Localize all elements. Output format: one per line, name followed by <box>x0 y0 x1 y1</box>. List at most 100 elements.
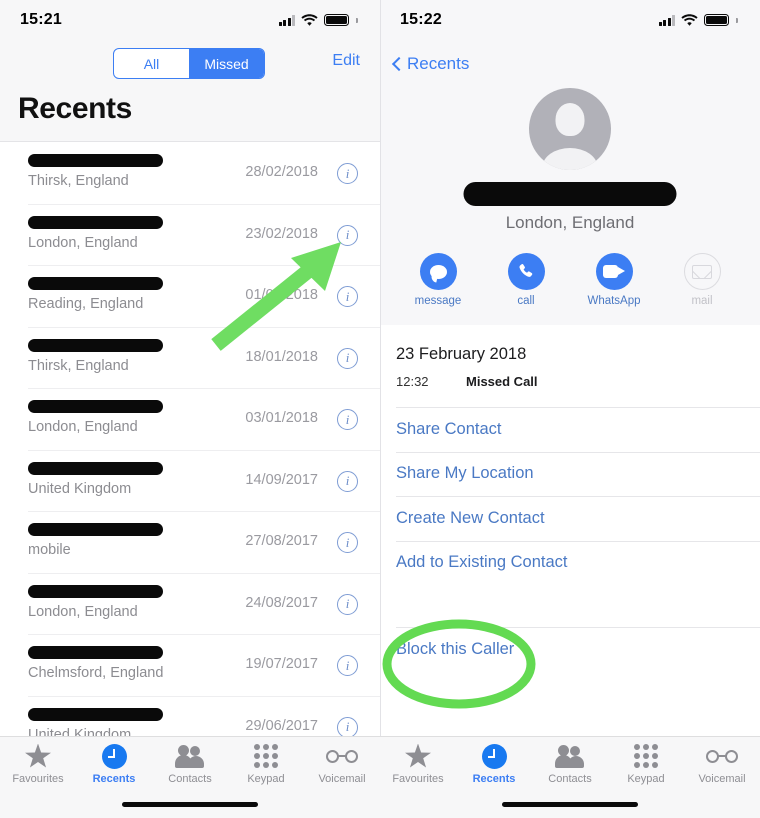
tab-contacts[interactable]: Contacts <box>532 737 608 795</box>
right-tab-items[interactable]: Favourites Recents Contacts Keypad Voicemail <box>380 737 760 795</box>
table-row[interactable]: Chelmsford, England 19/07/2017 i <box>0 634 380 696</box>
contact-name-redaction-bar <box>463 182 677 206</box>
action-message[interactable]: message <box>410 253 466 307</box>
status-time: 15:21 <box>20 11 62 28</box>
caller-location: Thirsk, England <box>28 357 129 374</box>
call-date: 24/08/2017 <box>245 594 318 611</box>
call-detail-type: Missed Call <box>466 374 538 389</box>
left-tab-items[interactable]: Favourites Recents Contacts Keypad Voicemail <box>0 737 380 795</box>
left-status-bar: 15:21 <box>0 0 380 40</box>
row-divider <box>28 203 380 205</box>
info-button[interactable]: i <box>337 716 358 738</box>
option-block-this-caller[interactable]: Block this Caller <box>381 627 760 672</box>
table-row[interactable]: London, England 23/02/2018 i <box>0 203 380 266</box>
contact-action-buttons[interactable]: message call WhatsApp mail <box>380 253 760 307</box>
caller-name-redaction-bar <box>28 277 163 290</box>
table-row[interactable]: London, England 24/08/2017 i <box>0 572 380 635</box>
option-label: Add to Existing Contact <box>396 553 568 572</box>
tab-label: Voicemail <box>698 773 746 785</box>
tab-icon <box>634 743 658 769</box>
tab-icon <box>326 743 358 769</box>
caller-name-redaction-bar <box>28 154 163 167</box>
action-icon-circle <box>507 253 545 290</box>
recent-calls-list[interactable]: Thirsk, England 28/02/2018 i London, Englan… <box>0 142 380 743</box>
info-button[interactable]: i <box>337 163 358 184</box>
tab-label: Favourites <box>12 773 64 785</box>
table-row[interactable]: mobile 27/08/2017 i <box>0 511 380 573</box>
table-row[interactable]: Reading, England 01/02/2018 i <box>0 265 380 327</box>
page-title: Recents <box>18 92 132 125</box>
call-date: 23/02/2018 <box>245 225 318 242</box>
table-row[interactable]: United Kingdom 14/09/2017 i <box>0 449 380 512</box>
tab-voicemail[interactable]: Voicemail <box>304 737 380 795</box>
call-detail-time: 12:32 <box>396 374 429 389</box>
info-button[interactable]: i <box>337 470 358 492</box>
info-icon: i <box>345 165 350 181</box>
back-to-recents-button[interactable]: Recents <box>391 54 469 74</box>
action-icon-circle <box>595 253 633 290</box>
info-icon: i <box>345 473 350 488</box>
option-add-to-existing-contact[interactable]: Add to Existing Contact <box>381 540 760 586</box>
right-tab-bar[interactable]: Favourites Recents Contacts Keypad Voicemail <box>380 736 760 818</box>
tab-favourites[interactable]: Favourites <box>0 737 76 795</box>
contact-options-list[interactable]: Share Contact Share My Location Create New… <box>381 407 760 672</box>
option-share-my-location[interactable]: Share My Location <box>381 451 760 497</box>
info-button[interactable]: i <box>337 224 358 246</box>
option-create-new-contact[interactable]: Create New Contact <box>381 496 760 541</box>
segment-all[interactable]: All <box>114 49 189 78</box>
tab-recents[interactable]: Recents <box>456 737 532 795</box>
caller-name-redaction-bar <box>28 461 163 475</box>
wifi-icon <box>301 14 318 26</box>
action-whatsapp[interactable]: WhatsApp <box>586 253 642 307</box>
info-button[interactable]: i <box>337 347 358 369</box>
info-button[interactable]: i <box>337 286 358 307</box>
left-nav-row: All Missed Edit <box>0 48 380 82</box>
envelope-icon <box>692 264 712 279</box>
chevron-left-icon <box>391 56 407 72</box>
left-phone-screen: 15:21 All Missed Edit Recents Thirsk, En… <box>0 0 380 818</box>
clock-icon <box>481 743 507 769</box>
tab-label: Recents <box>472 773 516 785</box>
call-date: 14/09/2017 <box>245 471 318 488</box>
table-row[interactable]: Thirsk, England 28/02/2018 i <box>0 142 380 204</box>
tab-recents[interactable]: Recents <box>76 737 152 795</box>
home-indicator <box>502 802 638 807</box>
recents-filter-segmented-control[interactable]: All Missed <box>113 48 265 79</box>
tab-favourites[interactable]: Favourites <box>380 737 456 795</box>
edit-button[interactable]: Edit <box>332 52 360 70</box>
tab-label: Keypad <box>247 773 285 785</box>
tab-label: Favourites <box>392 773 444 785</box>
row-divider <box>28 695 380 697</box>
action-label: WhatsApp <box>587 295 641 307</box>
row-divider <box>28 449 380 451</box>
info-button[interactable]: i <box>337 593 358 615</box>
option-divider <box>396 627 760 628</box>
info-button[interactable]: i <box>337 409 358 430</box>
segment-missed[interactable]: Missed <box>189 49 264 78</box>
tab-icon <box>555 743 585 769</box>
voicemail-icon <box>326 749 358 763</box>
caller-location: London, England <box>28 234 138 251</box>
option-divider <box>396 451 760 453</box>
tab-voicemail[interactable]: Voicemail <box>684 737 760 795</box>
action-call[interactable]: call <box>498 253 554 307</box>
table-row[interactable]: Thirsk, England 18/01/2018 i <box>0 326 380 389</box>
tab-keypad[interactable]: Keypad <box>228 737 304 795</box>
home-indicator <box>122 802 258 807</box>
info-icon: i <box>345 411 350 427</box>
option-divider <box>396 540 760 542</box>
table-row[interactable]: London, England 03/01/2018 i <box>0 388 380 450</box>
status-icon-group <box>278 14 358 26</box>
option-share-contact[interactable]: Share Contact <box>381 407 760 452</box>
info-icon: i <box>345 288 350 304</box>
left-tab-bar[interactable]: Favourites Recents Contacts Keypad Voicemail <box>0 736 380 818</box>
tab-contacts[interactable]: Contacts <box>152 737 228 795</box>
info-button[interactable]: i <box>337 532 358 553</box>
row-divider <box>28 265 380 266</box>
people-icon <box>555 745 585 768</box>
info-button[interactable]: i <box>337 655 358 676</box>
row-divider <box>28 511 380 512</box>
option-divider <box>396 496 760 497</box>
tab-keypad[interactable]: Keypad <box>608 737 684 795</box>
caller-location: London, England <box>28 603 138 620</box>
